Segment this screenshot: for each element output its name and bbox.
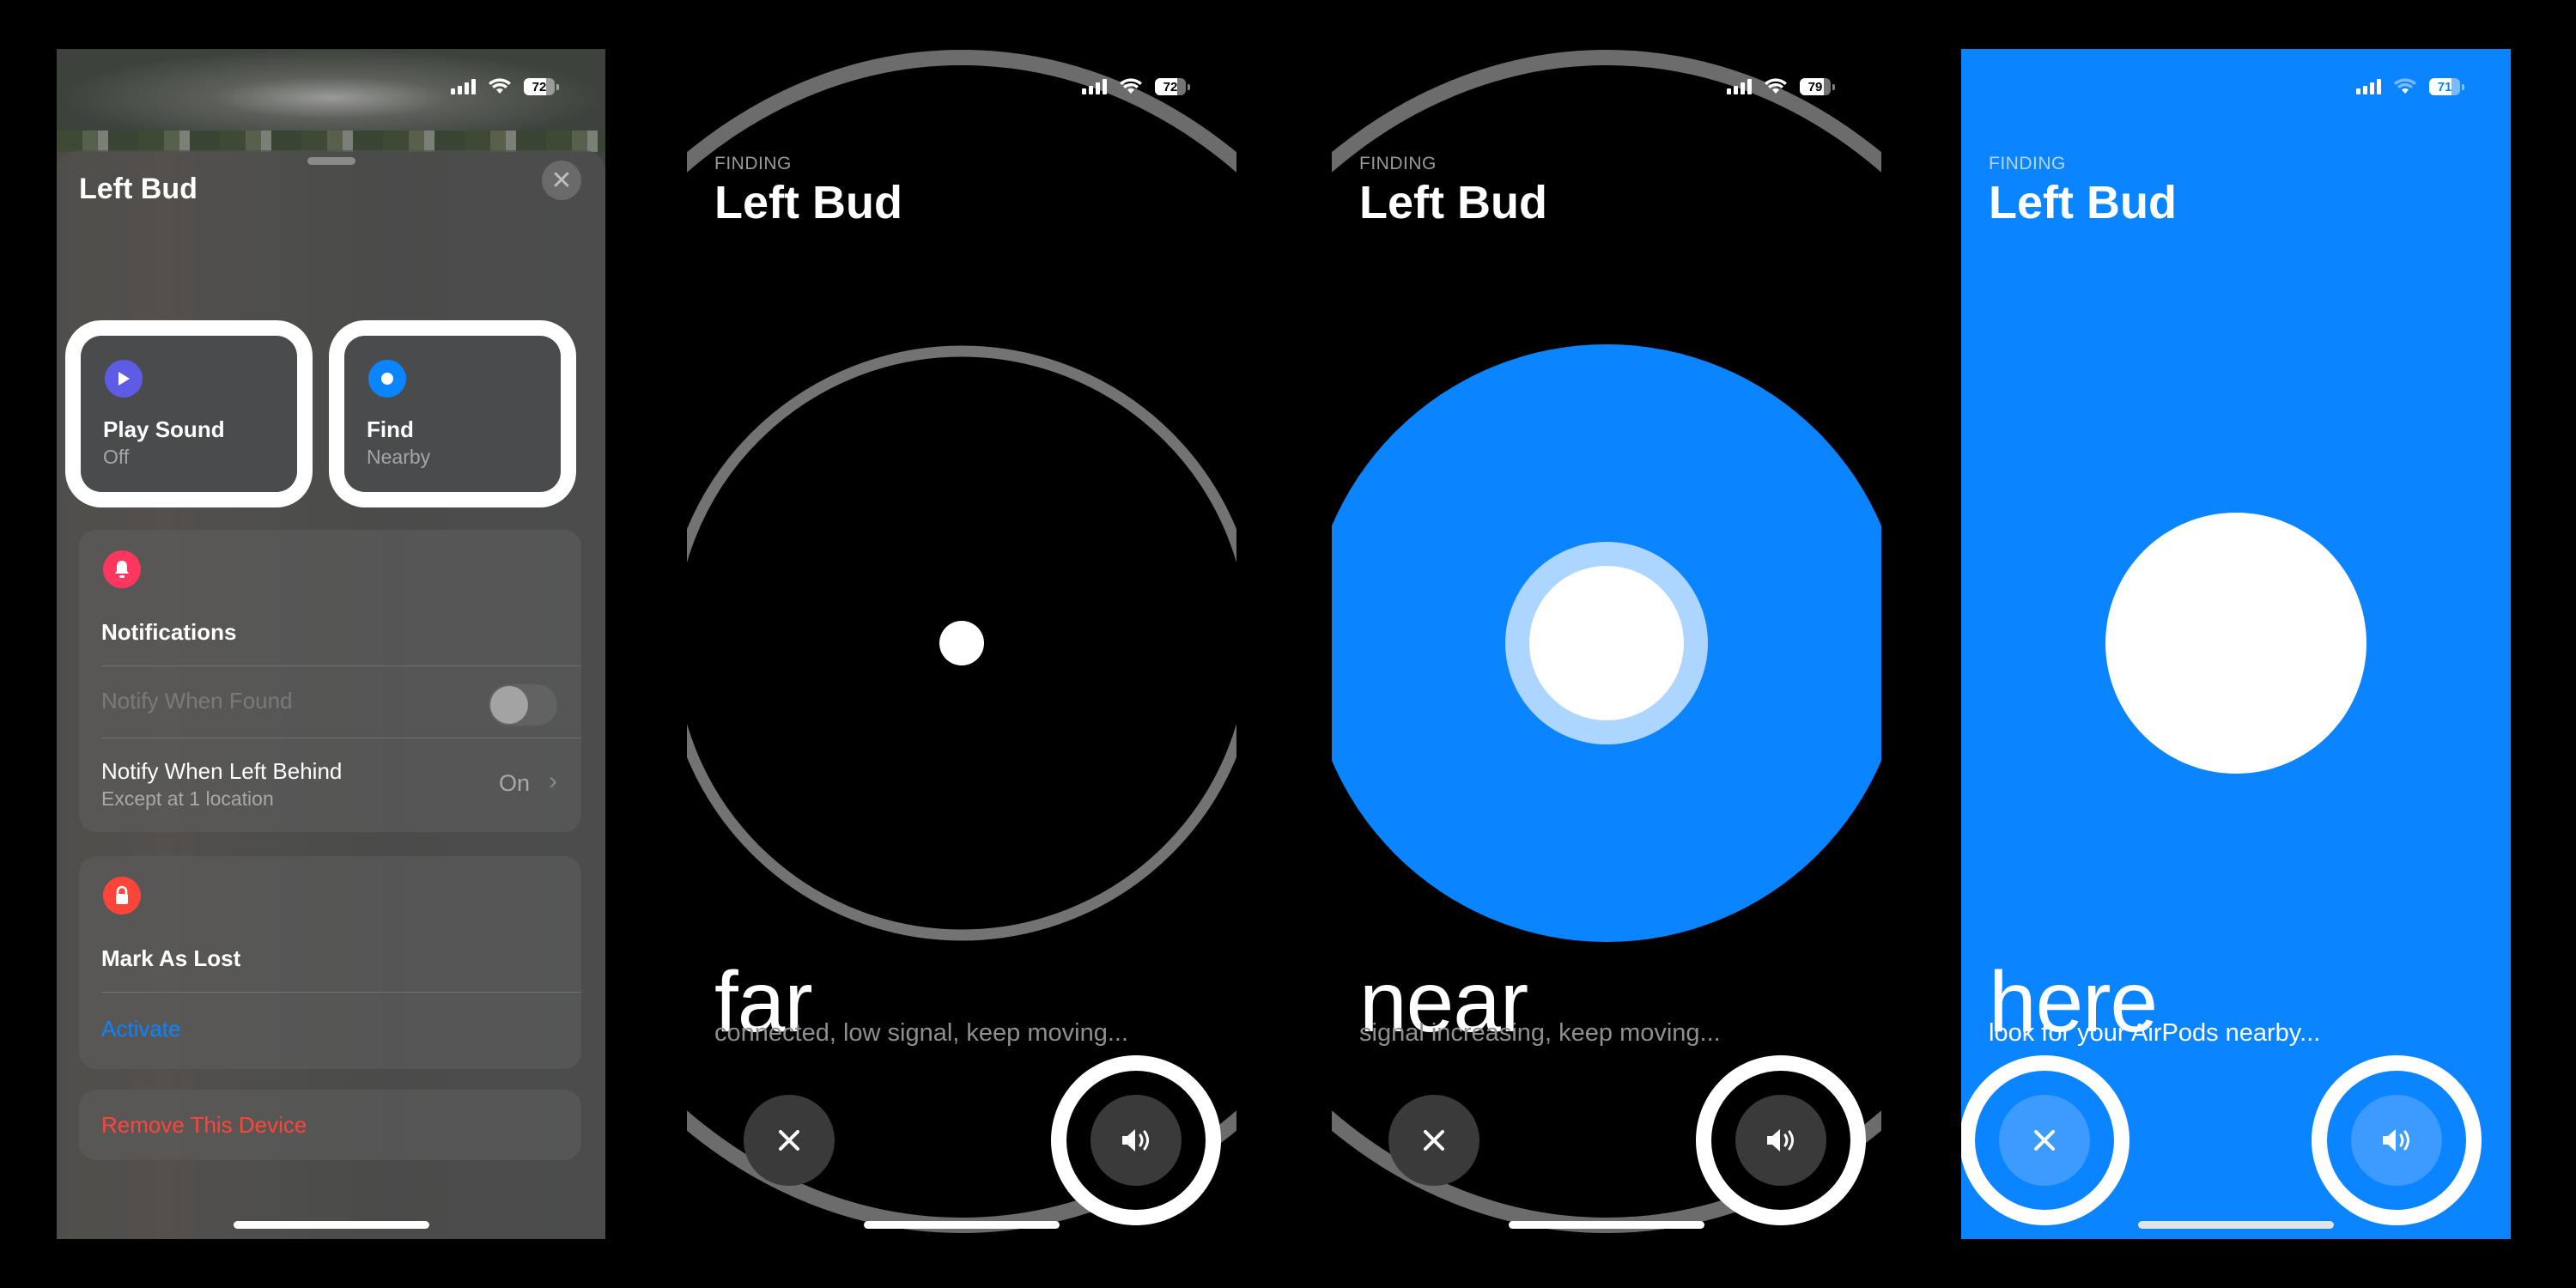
device-detail-screen: 72 Left Bud ✕ Play Sound Off Find Nearby… — [57, 49, 605, 1239]
battery-level: 79 — [1807, 79, 1823, 94]
proximity-hint: connected, low signal, keep moving... — [714, 1019, 1128, 1047]
chevron-right-icon: › — [549, 767, 557, 795]
play-sound-button[interactable] — [1735, 1095, 1826, 1186]
map-satellite-strip — [57, 131, 605, 152]
home-indicator[interactable] — [864, 1221, 1060, 1229]
finding-eyebrow: FINDING — [1989, 154, 2066, 173]
battery-icon: 71 — [2429, 78, 2460, 95]
status-bar: 72 — [451, 78, 559, 95]
activate-lost-mode-link[interactable]: Activate — [101, 1016, 181, 1042]
cancel-finding-button[interactable] — [744, 1095, 835, 1186]
wifi-icon — [1765, 78, 1787, 94]
device-dot — [1529, 566, 1684, 720]
status-bar: 79 — [1727, 78, 1835, 95]
cellular-signal-icon — [1082, 79, 1107, 94]
play-icon — [105, 360, 143, 398]
find-sublabel: Nearby — [367, 446, 431, 468]
device-title: Left Bud — [714, 177, 902, 228]
divider — [101, 992, 581, 993]
device-title: Left Bud — [1359, 177, 1547, 228]
sheet-grabber[interactable] — [307, 157, 355, 165]
battery-tip — [556, 83, 559, 90]
cellular-signal-icon — [2356, 79, 2381, 94]
finding-near-screen: 79 FINDING Left Bud near signal increasi… — [1332, 49, 1881, 1239]
battery-icon: 72 — [1155, 78, 1186, 95]
remove-device-card[interactable]: Remove This Device — [79, 1090, 581, 1160]
find-nearby-icon — [368, 360, 406, 398]
play-sound-label: Play Sound — [103, 416, 225, 442]
battery-level: 71 — [2437, 79, 2452, 94]
finding-eyebrow: FINDING — [1359, 154, 1437, 173]
proximity-hint: look for your AirPods nearby... — [1989, 1019, 2321, 1047]
close-icon — [779, 1130, 799, 1151]
notify-when-found-toggle[interactable] — [489, 684, 557, 726]
cancel-finding-button[interactable] — [1388, 1095, 1479, 1186]
play-sound-status: Off — [103, 446, 130, 468]
device-dot — [939, 621, 984, 665]
play-sound-button[interactable] — [1091, 1095, 1182, 1186]
remove-device-button[interactable]: Remove This Device — [101, 1112, 307, 1139]
divider — [101, 665, 581, 666]
speaker-icon — [2383, 1129, 2409, 1151]
cellular-signal-icon — [1727, 79, 1752, 94]
play-sound-button[interactable] — [2351, 1095, 2442, 1186]
battery-level: 72 — [532, 79, 547, 94]
notify-when-found-label: Notify When Found — [101, 688, 293, 714]
status-bar: 71 — [2356, 78, 2464, 95]
mark-as-lost-header: Mark As Lost — [101, 945, 241, 971]
speaker-icon — [1767, 1129, 1794, 1151]
battery-tip — [1832, 83, 1835, 90]
lock-icon — [103, 877, 141, 914]
device-title: Left Bud — [79, 173, 197, 205]
wifi-icon — [2394, 78, 2416, 94]
home-indicator[interactable] — [233, 1221, 429, 1229]
battery-tip — [1188, 83, 1190, 90]
battery-icon: 79 — [1800, 78, 1831, 95]
mark-as-lost-card: Mark As Lost Activate — [79, 856, 581, 1069]
device-title: Left Bud — [1989, 177, 2177, 228]
finding-here-screen: 71 FINDING Left Bud here look for your A… — [1961, 49, 2511, 1239]
device-sheet: Left Bud ✕ Play Sound Off Find Nearby No… — [57, 150, 605, 1239]
find-label: Find — [367, 416, 414, 442]
home-indicator[interactable] — [2138, 1221, 2334, 1229]
finding-far-screen: 72 FINDING Left Bud far connected, low s… — [687, 49, 1236, 1239]
close-icon — [2034, 1130, 2055, 1151]
close-icon: ✕ — [550, 166, 573, 195]
notifications-card: Notifications Notify When Found Notify W… — [79, 530, 581, 832]
close-icon — [1424, 1130, 1444, 1151]
notifications-header: Notifications — [101, 619, 237, 645]
cancel-finding-button[interactable] — [1999, 1095, 2090, 1186]
device-dot — [2105, 513, 2366, 774]
play-sound-tile[interactable]: Play Sound Off — [81, 336, 297, 492]
proximity-hint: signal increasing, keep moving... — [1359, 1019, 1721, 1047]
bell-icon — [103, 550, 141, 588]
wifi-icon — [489, 78, 511, 94]
find-nearby-tile[interactable]: Find Nearby — [344, 336, 561, 492]
battery-tip — [2462, 83, 2464, 90]
notify-left-behind-value: On — [498, 770, 530, 796]
close-sheet-button[interactable]: ✕ — [542, 161, 581, 200]
wifi-icon — [1120, 78, 1142, 94]
notify-left-behind-label: Notify When Left Behind — [101, 758, 343, 784]
finding-eyebrow: FINDING — [714, 154, 792, 173]
status-bar: 72 — [1082, 78, 1190, 95]
cellular-signal-icon — [451, 79, 476, 94]
speaker-icon — [1122, 1129, 1149, 1151]
battery-level: 72 — [1163, 79, 1178, 94]
notify-left-behind-sublabel: Except at 1 location — [101, 787, 274, 810]
battery-icon: 72 — [524, 78, 555, 95]
home-indicator[interactable] — [1509, 1221, 1704, 1229]
